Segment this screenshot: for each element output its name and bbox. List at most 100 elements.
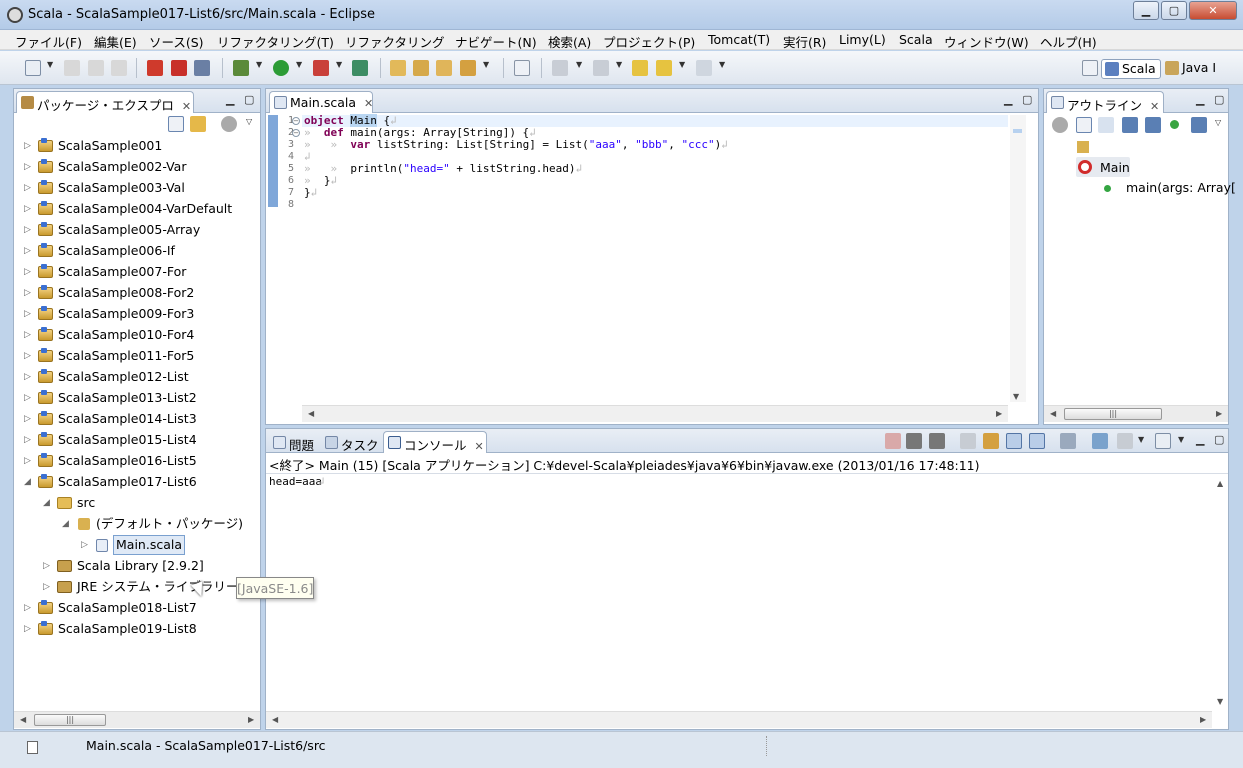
close-icon[interactable]: ✕ (475, 440, 484, 453)
external-tools-dropdown-icon[interactable]: ▼ (336, 60, 342, 69)
last-edit-icon[interactable] (632, 60, 648, 76)
print-icon[interactable] (111, 60, 127, 76)
expand-icon[interactable]: ▷ (24, 619, 31, 639)
show-stderr-icon[interactable] (1029, 433, 1045, 449)
search-dropdown-icon[interactable]: ▼ (483, 60, 489, 69)
collapse-icon[interactable]: ◢ (24, 472, 31, 492)
minimize-view-icon[interactable]: ▁ (1196, 433, 1204, 446)
code-area[interactable] (302, 115, 1008, 402)
menu-scala[interactable]: Scala (899, 32, 933, 47)
scroll-right-icon[interactable]: ▶ (248, 715, 254, 724)
outline-hscroll[interactable]: ◀ ||| ▶ (1044, 405, 1228, 422)
scroll-lock-icon[interactable] (983, 433, 999, 449)
collapse-all-icon[interactable] (168, 116, 184, 132)
hide-fields-icon[interactable] (1122, 117, 1138, 133)
tree-item-project[interactable]: ▷ ScalaSample014-List3 (14, 409, 260, 429)
tree-item-project[interactable]: ▷ ScalaSample012-List (14, 367, 260, 387)
menu-search[interactable]: 検索(A) (548, 32, 591, 51)
tab-tasks[interactable]: タスク (320, 431, 386, 453)
remove-launch-icon[interactable] (906, 433, 922, 449)
maximize-view-icon[interactable]: ▢ (1214, 93, 1224, 106)
scroll-left-icon[interactable]: ◀ (272, 715, 278, 724)
new-console-icon[interactable] (1155, 433, 1171, 449)
minimize-button[interactable]: ▁ (1133, 1, 1159, 20)
maximize-view-icon[interactable]: ▢ (1022, 93, 1032, 106)
display-selected-console-icon[interactable] (1092, 433, 1108, 449)
tree-item-src[interactable]: ◢ src (14, 493, 260, 513)
menu-limy[interactable]: Limy(L) (839, 32, 886, 47)
scroll-left-icon[interactable]: ◀ (1050, 409, 1056, 418)
toggle-breakpoint-icon[interactable] (147, 60, 163, 76)
tree-item-project[interactable]: ▷ ScalaSample004-VarDefault (14, 199, 260, 219)
tree-item-project[interactable]: ▷ ScalaSample001 (14, 136, 260, 156)
package-explorer-hscroll[interactable]: ◀ ||| ▶ (14, 711, 260, 728)
expand-icon[interactable]: ▷ (81, 535, 88, 555)
next-annotation-dropdown-icon[interactable]: ▼ (576, 60, 582, 69)
maximize-button[interactable]: ▢ (1161, 1, 1187, 20)
tree-item-project[interactable]: ▷ ScalaSample018-List7 (14, 598, 260, 618)
new-console-dropdown-icon[interactable]: ▼ (1178, 435, 1184, 444)
tab-main-scala[interactable]: Main.scala ✕ (269, 91, 373, 113)
tree-item-project[interactable]: ▷ ScalaSample002-Var (14, 157, 260, 177)
scroll-up-icon[interactable]: ▲ (1217, 479, 1223, 488)
perspective-java[interactable]: Java I (1162, 59, 1220, 79)
close-icon[interactable]: ✕ (1150, 100, 1159, 113)
run-dropdown-icon[interactable]: ▼ (296, 60, 302, 69)
open-task-icon[interactable] (413, 60, 429, 76)
open-console-dropdown-icon[interactable]: ▼ (1138, 435, 1144, 444)
sort-icon[interactable] (1098, 117, 1114, 133)
debug-dropdown-icon[interactable]: ▼ (256, 60, 262, 69)
remove-all-launches-icon[interactable] (929, 433, 945, 449)
menu-window[interactable]: ウィンドウ(W) (944, 32, 1029, 51)
console-output[interactable]: head=aaa (269, 476, 322, 488)
scroll-right-icon[interactable]: ▶ (1216, 409, 1222, 418)
remove-breakpoints-icon[interactable] (194, 60, 210, 76)
external-tools-icon[interactable] (313, 60, 329, 76)
tree-item-jre[interactable]: ▷ JRE システム・ライブラリー (14, 577, 260, 597)
tree-item-project[interactable]: ▷ ScalaSample016-List5 (14, 451, 260, 471)
tree-item-project[interactable]: ▷ ScalaSample008-For2 (14, 283, 260, 303)
scroll-thumb[interactable]: ||| (1064, 408, 1162, 420)
terminate-icon[interactable] (885, 433, 901, 449)
prev-annotation-icon[interactable] (593, 60, 609, 76)
coverage-icon[interactable] (352, 60, 368, 76)
back-icon[interactable] (656, 60, 672, 76)
collapse-icon[interactable]: ◢ (62, 514, 69, 534)
menu-edit[interactable]: 編集(E) (94, 32, 137, 51)
open-perspective-icon[interactable] (1082, 60, 1098, 76)
expand-icon[interactable]: ▷ (24, 430, 31, 450)
editor-hscroll[interactable]: ◀ ▶ (302, 405, 1008, 422)
close-button[interactable]: ✕ (1189, 1, 1237, 20)
menu-project[interactable]: プロジェクト(P) (603, 32, 695, 51)
next-annotation-icon[interactable] (552, 60, 568, 76)
fold-icon[interactable]: − (292, 129, 300, 137)
tab-problems[interactable]: 問題 (268, 431, 321, 453)
filter-icon[interactable] (1052, 117, 1068, 133)
back-dropdown-icon[interactable]: ▼ (679, 60, 685, 69)
tree-item-project[interactable]: ▷ ScalaSample011-For5 (14, 346, 260, 366)
debug-icon[interactable] (233, 60, 249, 76)
forward-icon[interactable] (696, 60, 712, 76)
search-icon[interactable] (460, 60, 476, 76)
tree-item-project[interactable]: ▷ ScalaSample007-For (14, 262, 260, 282)
expand-icon[interactable]: ▷ (24, 241, 31, 261)
menu-source[interactable]: ソース(S) (149, 32, 204, 51)
fold-icon[interactable]: − (292, 117, 300, 125)
expand-icon[interactable]: ▷ (24, 178, 31, 198)
tree-item-project[interactable]: ▷ ScalaSample006-If (14, 241, 260, 261)
open-folder-icon[interactable] (436, 60, 452, 76)
save-all-icon[interactable] (88, 60, 104, 76)
prev-annotation-dropdown-icon[interactable]: ▼ (616, 60, 622, 69)
open-type-icon[interactable] (390, 60, 406, 76)
hide-local-types-icon[interactable] (1191, 117, 1207, 133)
expand-icon[interactable]: ▷ (43, 577, 50, 597)
menu-help[interactable]: ヘルプ(H) (1040, 32, 1097, 51)
tree-item-scala-library[interactable]: ▷ Scala Library [2.9.2] (14, 556, 260, 576)
show-stdout-icon[interactable] (1006, 433, 1022, 449)
maximize-view-icon[interactable]: ▢ (1214, 433, 1224, 446)
tab-console[interactable]: コンソール ✕ (383, 431, 487, 453)
expand-icon[interactable]: ▷ (24, 304, 31, 324)
show-whitespace-icon[interactable] (514, 60, 530, 76)
close-icon[interactable]: ✕ (182, 100, 191, 113)
view-options-icon[interactable] (221, 116, 237, 132)
